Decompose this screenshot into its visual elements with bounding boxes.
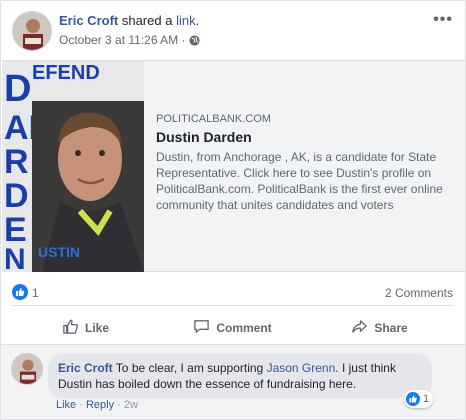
link-thumbnail[interactable]: EFEND D AK R D E N USTIN xyxy=(2,61,144,272)
commenter-avatar-image xyxy=(12,354,42,384)
comment-count[interactable]: 2 Comments xyxy=(385,286,453,300)
svg-text:USTIN: USTIN xyxy=(38,244,80,260)
like-reaction-icon[interactable] xyxy=(12,284,28,300)
action-bar: Like Comment Share xyxy=(12,312,453,344)
comment-actions: Like · Reply · 2w xyxy=(56,399,138,411)
comment-time[interactable]: 2w xyxy=(124,399,138,411)
meta-separator: · xyxy=(178,33,189,47)
comment-icon xyxy=(193,318,210,338)
svg-text:R: R xyxy=(4,143,29,181)
share-label: Share xyxy=(374,321,408,335)
globe-icon[interactable] xyxy=(189,35,200,49)
shared-link[interactable]: link xyxy=(176,13,196,28)
like-button[interactable]: Like xyxy=(12,312,159,344)
divider xyxy=(12,305,453,306)
svg-text:EFEND: EFEND xyxy=(32,62,100,84)
comment-author-link[interactable]: Eric Croft xyxy=(58,361,113,375)
thumbs-up-icon xyxy=(62,318,79,338)
comment-reaction-badge[interactable]: 1 xyxy=(404,390,434,408)
shared-text: shared a xyxy=(118,13,177,28)
commenter-avatar[interactable] xyxy=(11,353,43,385)
comment-text-before: To be clear, I am supporting xyxy=(112,361,267,375)
reaction-stats: 1 2 Comments xyxy=(12,281,453,301)
comment-like-link[interactable]: Like xyxy=(56,399,76,411)
like-count[interactable]: 1 xyxy=(32,286,39,300)
post-card: Eric Croft shared a link. October 3 at 1… xyxy=(0,0,466,420)
post-timestamp[interactable]: October 3 at 11:26 AM xyxy=(59,33,178,47)
like-reaction-icon xyxy=(406,392,420,406)
author-avatar[interactable] xyxy=(12,11,52,51)
comment-button[interactable]: Comment xyxy=(159,312,306,344)
link-attachment[interactable]: EFEND D AK R D E N USTIN POLITICALBANK.C… xyxy=(2,60,465,272)
author-name-link[interactable]: Eric Croft xyxy=(59,13,118,28)
more-options-icon[interactable]: ••• xyxy=(433,11,453,29)
comment-action-separator: · xyxy=(76,399,86,411)
comment-action-separator: · xyxy=(114,399,124,411)
link-text[interactable]: POLITICALBANK.COM Dustin Darden Dustin, … xyxy=(156,113,455,213)
comment-reaction-count: 1 xyxy=(423,393,430,405)
avatar-image xyxy=(13,12,51,50)
comments-section: Eric Croft To be clear, I am supporting … xyxy=(1,344,465,419)
post-meta: October 3 at 11:26 AM · xyxy=(59,33,200,49)
period: . xyxy=(195,13,200,28)
link-title[interactable]: Dustin Darden xyxy=(156,129,455,145)
share-icon xyxy=(351,318,368,338)
svg-text:D: D xyxy=(4,177,29,215)
comment-reply-link[interactable]: Reply xyxy=(86,399,114,411)
like-label: Like xyxy=(84,321,109,335)
link-domain: POLITICALBANK.COM xyxy=(156,113,271,125)
thumbnail-image: EFEND D AK R D E N USTIN xyxy=(2,61,144,272)
post-header: Eric Croft shared a link. October 3 at 1… xyxy=(12,11,455,51)
share-button[interactable]: Share xyxy=(306,312,453,344)
comment-bubble: Eric Croft To be clear, I am supporting … xyxy=(48,354,432,398)
link-description: Dustin, from Anchorage , AK, is a candid… xyxy=(156,150,443,212)
svg-text:D: D xyxy=(4,68,31,110)
svg-text:N: N xyxy=(4,243,26,272)
post-title-line: Eric Croft shared a link. xyxy=(59,13,199,28)
comment-label: Comment xyxy=(216,321,272,335)
comment-mention-link[interactable]: Jason Grenn xyxy=(267,361,336,375)
